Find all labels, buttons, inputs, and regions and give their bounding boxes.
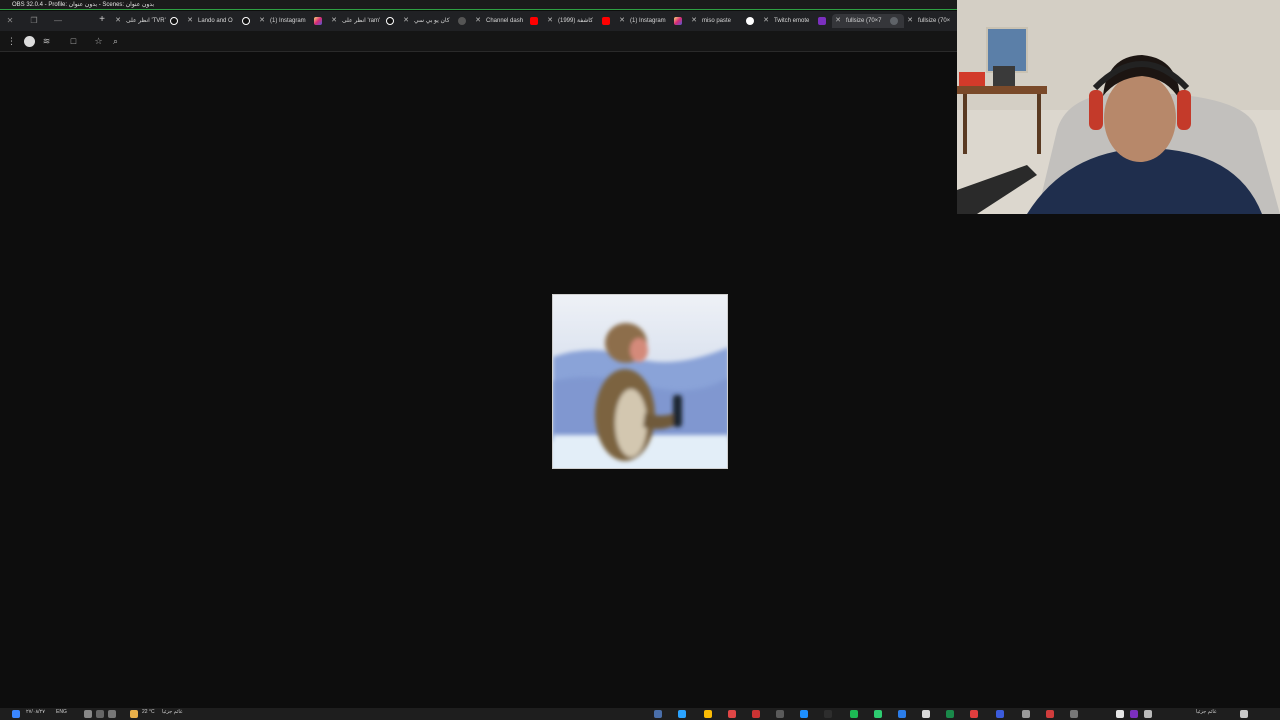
taskbar-app-icon[interactable] bbox=[922, 710, 930, 718]
browser-tab[interactable]: ✕ كان يو بي سي bbox=[400, 14, 472, 28]
browser-tab[interactable]: ✕ Channel dash bbox=[472, 14, 544, 28]
tray-app-icon[interactable] bbox=[1144, 710, 1152, 718]
tab-close-icon[interactable]: ✕ bbox=[402, 16, 410, 26]
taskbar-app-icon[interactable] bbox=[752, 710, 760, 718]
browser-tab[interactable]: ✕ Lando and O bbox=[184, 14, 256, 28]
tab-label: Twitch emote bbox=[774, 18, 810, 24]
tab-label: كان يو بي سي bbox=[414, 18, 450, 24]
weather-label: غائم جزئيا bbox=[162, 709, 183, 715]
bookmark-star-icon[interactable]: ☆ bbox=[93, 36, 104, 47]
browser-tab[interactable]: ✕ miso paste bbox=[688, 14, 760, 28]
browser-viewport bbox=[0, 52, 957, 708]
browser-tab[interactable]: ✕ انظر على 'ram' bbox=[328, 14, 400, 28]
taskbar-app-icon[interactable] bbox=[874, 710, 882, 718]
monkey-image[interactable] bbox=[552, 294, 728, 469]
tray-label: غائم جزئيا bbox=[1196, 709, 1217, 715]
bbc-favicon-icon bbox=[458, 17, 466, 25]
tab-close-icon[interactable]: ✕ bbox=[114, 16, 122, 26]
tab-close-icon[interactable]: ✕ bbox=[474, 16, 482, 26]
tiktok-favicon-icon bbox=[242, 17, 250, 25]
tab-label: كاشفة (1999) bbox=[558, 18, 593, 24]
tab-label: Channel dash bbox=[486, 18, 524, 24]
taskbar-app-icon[interactable] bbox=[946, 710, 954, 718]
taskbar-app-icon[interactable] bbox=[654, 710, 662, 718]
tab-label: انظر على 'TVR' bbox=[126, 18, 166, 24]
chrome-icon[interactable] bbox=[704, 710, 712, 718]
zoom-icon[interactable]: ⌕ bbox=[110, 36, 121, 47]
taskbar-app-icon[interactable] bbox=[898, 710, 906, 718]
obs-title-bar: OBS 32.0.4 - Profile: بدون عنوان - Scene… bbox=[0, 0, 957, 10]
reading-list-icon[interactable]: □ bbox=[68, 36, 79, 47]
weather-temp: 22 °C bbox=[142, 709, 155, 715]
taskbar-app-icon[interactable] bbox=[800, 710, 808, 718]
close-window-icon[interactable]: ✕ bbox=[4, 15, 16, 27]
browser-toolbar: ⋮ ≋ □ ☆ ⌕ bbox=[0, 31, 957, 52]
webcam-feed bbox=[957, 0, 1280, 214]
browser-tab[interactable]: ✕ كاشفة (1999) bbox=[544, 14, 616, 28]
sidebar-menu-icon[interactable]: ⋮ bbox=[6, 36, 17, 47]
tab-close-icon[interactable]: ✕ bbox=[618, 16, 626, 26]
tab-label: miso paste bbox=[702, 18, 732, 24]
tray-app-icon[interactable] bbox=[1116, 710, 1124, 718]
tab-label: fullsize (70×7 bbox=[846, 18, 882, 24]
tab-close-icon[interactable]: ✕ bbox=[906, 16, 914, 26]
restore-window-icon[interactable]: ❐ bbox=[28, 15, 40, 27]
tab-label: fullsize (70× bbox=[918, 18, 951, 24]
taskbar-app-icon[interactable] bbox=[824, 710, 832, 718]
taskbar-app-icon[interactable] bbox=[970, 710, 978, 718]
instagram-favicon-icon bbox=[314, 17, 322, 25]
monkey-picture bbox=[553, 295, 727, 468]
youtube-favicon-icon bbox=[602, 17, 610, 25]
tab-close-icon[interactable]: ✕ bbox=[186, 16, 194, 26]
tray-app-icon[interactable] bbox=[1130, 710, 1138, 718]
browser-tab[interactable]: ✕ (1) Instagram bbox=[256, 14, 328, 28]
taskbar-app-icon[interactable] bbox=[1022, 710, 1030, 718]
tab-label: (1) Instagram bbox=[270, 18, 306, 24]
profile-icon[interactable] bbox=[24, 36, 35, 47]
tab-close-icon[interactable]: ✕ bbox=[834, 16, 842, 26]
taskbar-date: ٢٧/٠٨/٢٧ bbox=[26, 709, 45, 715]
taskbar-app-icon[interactable] bbox=[1046, 710, 1054, 718]
tab-close-icon[interactable]: ✕ bbox=[690, 16, 698, 26]
tab-label: (1) Instagram bbox=[630, 18, 666, 24]
browser-tab-strip: ✕ ❐ — + ✕ انظر على 'TVR' ✕ Lando and O ✕ (1) … bbox=[0, 11, 970, 31]
instagram-favicon-icon bbox=[674, 17, 682, 25]
wifi-icon[interactable] bbox=[96, 710, 104, 718]
start-icon[interactable] bbox=[12, 710, 20, 718]
taskbar-app-icon[interactable] bbox=[678, 710, 686, 718]
tab-label: انظر على 'ram' bbox=[342, 18, 381, 24]
tab-close-icon[interactable]: ✕ bbox=[762, 16, 770, 26]
minimize-window-icon[interactable]: — bbox=[52, 15, 64, 27]
tiktok-favicon-icon bbox=[386, 17, 394, 25]
obs-title-text: OBS 32.0.4 - Profile: بدون عنوان - Scene… bbox=[12, 2, 155, 8]
language-indicator[interactable]: ENG bbox=[56, 709, 67, 715]
taskbar-app-icon[interactable] bbox=[1070, 710, 1078, 718]
tray-app-icon[interactable] bbox=[1240, 710, 1248, 718]
twitch-favicon-icon bbox=[818, 17, 826, 25]
tab-close-icon[interactable]: ✕ bbox=[258, 16, 266, 26]
webcam-overlay bbox=[957, 0, 1280, 214]
volume-icon[interactable] bbox=[108, 710, 116, 718]
tab-label: Lando and O bbox=[198, 18, 233, 24]
extensions-icon[interactable]: ≋ bbox=[41, 36, 52, 47]
taskbar-app-icon[interactable] bbox=[728, 710, 736, 718]
tiktok-favicon-icon bbox=[170, 17, 178, 25]
taskbar-app-icon[interactable] bbox=[996, 710, 1004, 718]
browser-tab[interactable]: ✕ انظر على 'TVR' bbox=[112, 14, 184, 28]
youtube-favicon-icon bbox=[530, 17, 538, 25]
browser-tab[interactable]: ✕ (1) Instagram bbox=[616, 14, 688, 28]
google-favicon-icon bbox=[746, 17, 754, 25]
browser-tab[interactable]: ✕ Twitch emote bbox=[760, 14, 832, 28]
windows-taskbar: ٢٧/٠٨/٢٧ ENG 22 °C غائم جزئيا غائم جزئيا bbox=[0, 708, 1280, 720]
tab-close-icon[interactable]: ✕ bbox=[546, 16, 554, 26]
browser-tab[interactable]: ✕ fullsize (70×7 bbox=[832, 14, 904, 28]
tab-close-icon[interactable]: ✕ bbox=[330, 16, 338, 26]
tray-icon[interactable] bbox=[84, 710, 92, 718]
spotify-icon[interactable] bbox=[850, 710, 858, 718]
taskbar-app-icon[interactable] bbox=[776, 710, 784, 718]
new-tab-button[interactable]: + bbox=[96, 14, 108, 26]
gray-favicon-icon bbox=[890, 17, 898, 25]
weather-icon[interactable] bbox=[130, 710, 138, 718]
